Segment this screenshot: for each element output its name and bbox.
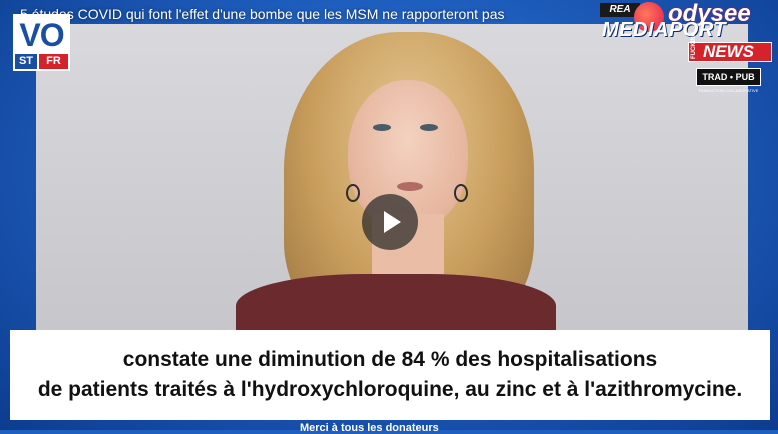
video-title[interactable]: 5 études COVID qui font l'effet d'une bo… [20, 6, 504, 22]
news-label: NEWS [703, 42, 754, 61]
subtitle-box: constate une diminution de 84 % des hosp… [10, 330, 770, 420]
subtitle-line-2: de patients traités à l'hydroxychloroqui… [37, 378, 743, 401]
vo-logo-text: VO [15, 16, 68, 54]
bottom-ticker: Merci à tous les donateurs [300, 422, 439, 434]
speaker-top [236, 274, 556, 330]
speaker-earring-right [454, 184, 468, 202]
mediaport-label: MEDIAPORT [602, 19, 727, 41]
trad-pub-subtitle: TRADUCTION COLLABORATIVE [698, 88, 759, 93]
play-button[interactable] [362, 194, 418, 250]
vo-logo-fr: FR [39, 54, 68, 69]
vo-st-fr-logo: VO ST FR [13, 14, 70, 71]
video-player[interactable] [36, 24, 748, 330]
news-badge: FUCKING NEWS [688, 32, 772, 62]
video-frame: 5 études COVID qui font l'effet d'une bo… [0, 0, 778, 434]
fucking-label: FUCKING [691, 31, 697, 59]
speaker-earring-left [346, 184, 360, 202]
speaker-eye-left [373, 124, 391, 131]
speaker-eye-right [420, 124, 438, 131]
trad-pub-badge: TRAD • PUB [696, 68, 761, 86]
subtitle-line-1: constate une diminution de 84 % des hosp… [122, 348, 658, 371]
speaker-lips [397, 182, 423, 191]
vo-logo-st: ST [15, 54, 37, 69]
